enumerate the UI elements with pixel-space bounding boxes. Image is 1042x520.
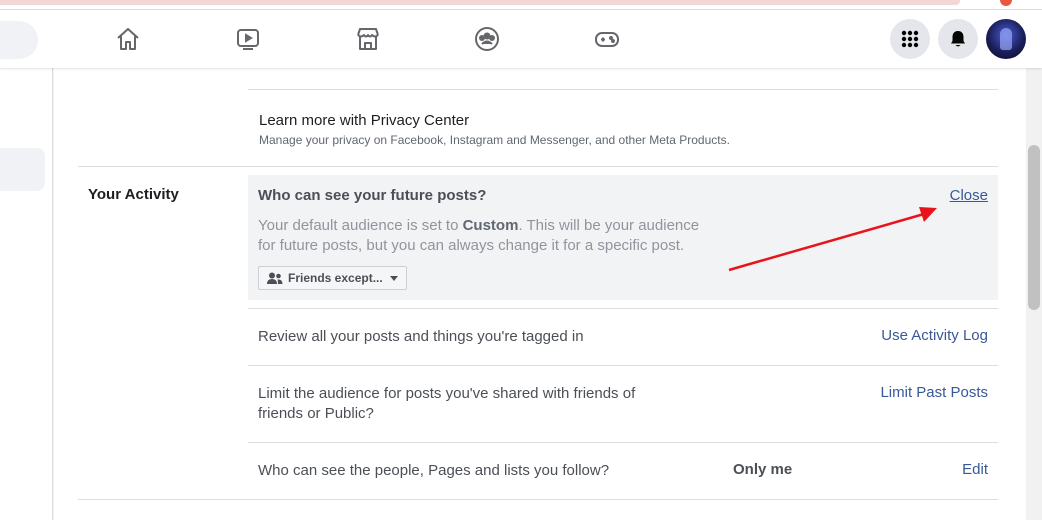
future-posts-question: Who can see your future posts? <box>258 187 487 204</box>
notifications-bell-icon[interactable] <box>938 19 978 59</box>
groups-icon[interactable] <box>471 23 503 55</box>
future-posts-panel: Who can see your future posts? Close You… <box>248 175 998 300</box>
privacy-center-link[interactable]: Learn more with Privacy Center <box>259 112 469 129</box>
browser-notification-dot <box>1000 0 1012 6</box>
scrollbar-thumb[interactable] <box>1028 145 1040 310</box>
divider <box>248 365 998 366</box>
scrollbar[interactable] <box>1026 68 1042 520</box>
privacy-center-subtitle: Manage your privacy on Facebook, Instagr… <box>259 133 730 147</box>
desc-custom: Custom <box>462 217 519 234</box>
audience-selector-label: Friends except... <box>288 271 383 285</box>
activity-log-row-text: Review all your posts and things you're … <box>258 328 584 345</box>
divider <box>248 442 998 443</box>
settings-content: Learn more with Privacy Center Manage yo… <box>54 58 1026 520</box>
follow-visibility-value: Only me <box>733 461 793 478</box>
section-title: Your Activity <box>88 186 179 203</box>
limit-past-posts-line1: Limit the audience for posts you've shar… <box>258 385 636 402</box>
left-sidebar <box>0 68 53 520</box>
search-input[interactable] <box>0 21 38 59</box>
section-divider <box>78 499 998 500</box>
divider <box>248 308 998 309</box>
menu-grid-icon[interactable] <box>890 19 930 59</box>
gaming-icon[interactable] <box>591 23 623 55</box>
watch-icon[interactable] <box>232 23 264 55</box>
browser-tab-strip <box>0 0 1042 10</box>
audience-selector-button[interactable]: Friends except... <box>258 266 407 290</box>
use-activity-log-link[interactable]: Use Activity Log <box>881 327 988 344</box>
edit-link[interactable]: Edit <box>962 461 988 478</box>
audience-description: Your default audience is set to Custom. … <box>258 216 718 256</box>
section-divider <box>78 166 998 167</box>
friends-icon <box>267 272 283 284</box>
browser-address-strip <box>0 0 960 5</box>
limit-past-posts-line2: friends or Public? <box>258 405 374 422</box>
close-link[interactable]: Close <box>950 187 988 204</box>
marketplace-icon[interactable] <box>352 23 384 55</box>
desc-prefix: Your default audience is set to <box>258 217 463 234</box>
chevron-down-icon <box>389 275 398 281</box>
divider <box>248 89 998 90</box>
sidebar-item-active[interactable] <box>0 148 45 191</box>
follow-visibility-row-text: Who can see the people, Pages and lists … <box>258 462 610 479</box>
limit-past-posts-link[interactable]: Limit Past Posts <box>880 384 988 401</box>
home-icon[interactable] <box>112 23 144 55</box>
limit-past-posts-row-text: Limit the audience for posts you've shar… <box>258 384 635 424</box>
avatar[interactable] <box>986 19 1026 59</box>
top-navigation-bar <box>0 10 1042 68</box>
